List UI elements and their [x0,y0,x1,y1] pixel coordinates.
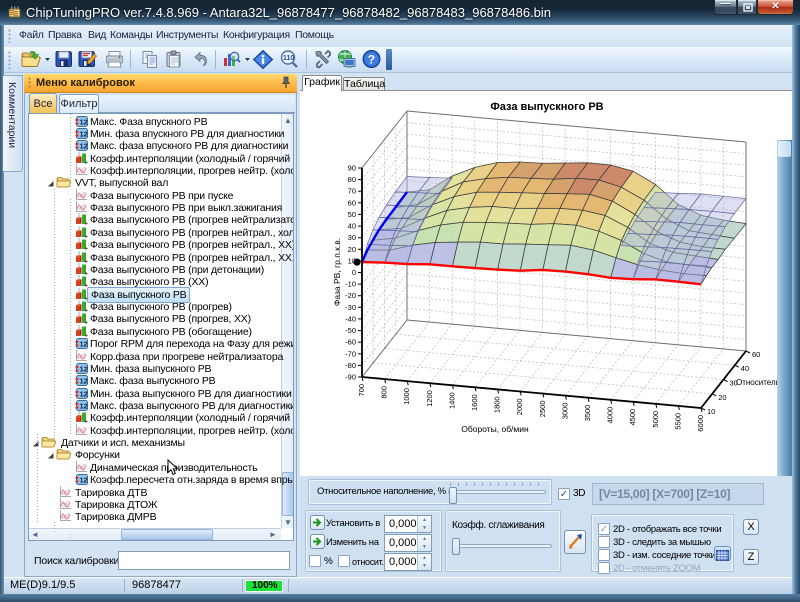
svg-text:Обороты, об/мин: Обороты, об/мин [461,424,529,434]
svg-text:20: 20 [348,245,356,254]
svg-text:40: 40 [741,364,749,373]
svg-text:2000: 2000 [515,399,524,416]
svg-text:12: 12 [80,402,88,411]
svg-text:90: 90 [348,164,356,173]
svg-text:12: 12 [80,364,88,373]
svg-text:80: 80 [348,175,356,184]
svg-text:-20: -20 [345,291,356,300]
svg-text:70: 70 [348,187,356,196]
svg-text:12: 12 [80,142,88,151]
svg-text:4000: 4000 [606,407,615,424]
svg-text:800: 800 [380,386,389,399]
svg-text:-60: -60 [345,338,356,347]
svg-text:12: 12 [80,389,88,398]
svg-text:1200: 1200 [425,390,434,407]
svg-text:5000: 5000 [651,411,660,428]
svg-text:Относительное н: Относительное н [736,378,780,387]
svg-text:10: 10 [707,407,715,416]
svg-text:12: 12 [80,340,88,349]
svg-text:1000: 1000 [402,388,411,405]
svg-text:6000: 6000 [696,415,705,432]
svg-text:10: 10 [348,256,356,265]
svg-text:12: 12 [80,377,88,386]
svg-text:30: 30 [348,233,356,242]
svg-text:5500: 5500 [673,413,682,430]
svg-text:-90: -90 [345,373,356,382]
svg-text:110: 110 [283,55,294,62]
svg-text:1800: 1800 [493,396,502,413]
svg-text:Фаза РВ, гр.п.к.в.: Фаза РВ, гр.п.к.в. [332,238,342,306]
svg-text:-40: -40 [345,314,356,323]
svg-text:Фаза выпускного РВ: Фаза выпускного РВ [490,101,603,113]
svg-text:-10: -10 [345,280,356,289]
svg-text:20: 20 [718,393,726,402]
svg-text:3000: 3000 [560,403,569,420]
svg-text:50: 50 [348,210,356,219]
svg-text:3500: 3500 [583,405,592,422]
svg-text:-50: -50 [345,326,356,335]
svg-text:12: 12 [80,117,88,126]
svg-text:1400: 1400 [447,392,456,409]
svg-text:1600: 1600 [470,394,479,411]
svg-text:700: 700 [357,384,366,397]
svg-text:-80: -80 [345,361,356,370]
svg-text:60: 60 [752,350,760,359]
svg-text:-70: -70 [345,349,356,358]
svg-text:12: 12 [80,129,88,138]
svg-text:?: ? [368,53,375,67]
svg-text:0: 0 [352,268,356,277]
svg-text:40: 40 [348,222,356,231]
svg-text:4500: 4500 [628,409,637,426]
svg-text:-30: -30 [345,303,356,312]
svg-text:60: 60 [348,198,356,207]
svg-text:12: 12 [80,476,88,485]
svg-text:2500: 2500 [538,401,547,418]
